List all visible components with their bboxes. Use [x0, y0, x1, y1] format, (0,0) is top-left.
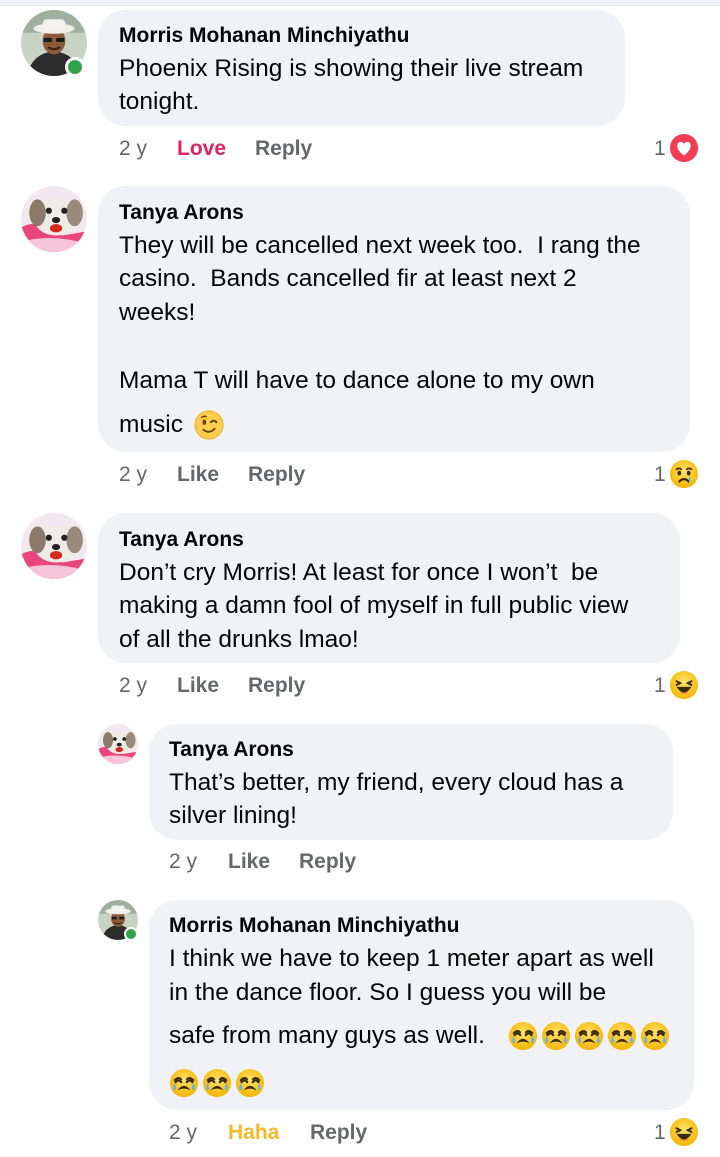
comment-author[interactable]: Tanya Arons [169, 738, 294, 762]
love-icon[interactable] [669, 133, 699, 163]
comment-author[interactable]: Tanya Arons [119, 201, 244, 225]
comment-timestamp: 2 y [119, 463, 148, 486]
reaction-count[interactable]: 1 [654, 463, 666, 487]
like-button[interactable]: Like [177, 674, 219, 698]
comment-text-line: in the dance floor. So I guess you will … [169, 979, 607, 1006]
joy-emoji-icon [607, 1021, 637, 1051]
comment-text-line: That’s better, my friend, every cloud ha… [169, 769, 624, 796]
comment-text-line: silver lining! [169, 802, 297, 829]
joy-emoji-icon [235, 1068, 265, 1098]
reply-button[interactable]: Reply [248, 463, 305, 487]
comment-author[interactable]: Morris Mohanan Minchiyathu [169, 914, 460, 938]
comment-text-line: Phoenix Rising is showing their live str… [119, 55, 584, 82]
joy-emoji-icon [574, 1021, 604, 1051]
comment-text-line: casino. Bands cancelled fir at least nex… [119, 265, 577, 292]
reaction-count[interactable]: 1 [654, 674, 666, 698]
reply-button[interactable]: Reply [299, 850, 356, 874]
love-button[interactable]: Love [177, 137, 226, 161]
comment-timestamp: 2 y [119, 674, 148, 697]
sad-icon[interactable] [669, 459, 699, 489]
avatar[interactable] [21, 186, 87, 252]
top-divider [0, 0, 720, 6]
comment-text-line: safe from many guys as well. [169, 1022, 485, 1049]
reply-button[interactable]: Reply [248, 674, 305, 698]
comment-text-line: of all the drunks lmao! [119, 626, 359, 653]
avatar[interactable] [98, 724, 138, 764]
comment-timestamp: 2 y [169, 850, 198, 873]
joy-emoji-icon [202, 1068, 232, 1098]
reply-button[interactable]: Reply [310, 1121, 367, 1145]
reply-button[interactable]: Reply [255, 137, 312, 161]
haha-button[interactable]: Haha [228, 1121, 279, 1145]
comment-text-line: They will be cancelled next week too. I … [119, 232, 641, 259]
comment-text-line: I think we have to keep 1 meter apart as… [169, 945, 654, 972]
joy-emoji-icon [169, 1068, 199, 1098]
joy-emoji-icon [508, 1021, 538, 1051]
comment-timestamp: 2 y [119, 137, 148, 160]
like-button[interactable]: Like [177, 463, 219, 487]
joy-emoji-icon [541, 1021, 571, 1051]
reaction-count[interactable]: 1 [654, 1121, 666, 1145]
joy-emoji-icon [640, 1021, 670, 1051]
avatar[interactable] [21, 513, 87, 579]
online-status-indicator [124, 927, 138, 941]
comment-text-line: tonight. [119, 88, 200, 115]
comment-text-line: Don’t cry Morris! At least for once I wo… [119, 559, 599, 586]
comment-text-line: Mama T will have to dance alone to my ow… [119, 367, 595, 394]
comment-text-line: making a damn fool of myself in full pub… [119, 592, 629, 619]
online-status-indicator [65, 57, 85, 77]
haha-icon[interactable] [669, 1117, 699, 1147]
like-button[interactable]: Like [228, 850, 270, 874]
comment-author[interactable]: Tanya Arons [119, 528, 244, 552]
comment-timestamp: 2 y [169, 1121, 198, 1144]
haha-icon[interactable] [669, 670, 699, 700]
comment-text-line: weeks! [119, 299, 196, 326]
comment-author[interactable]: Morris Mohanan Minchiyathu [119, 24, 410, 48]
wink-emoji-icon [194, 410, 224, 440]
comment-text-line: music [119, 411, 183, 438]
reaction-count[interactable]: 1 [654, 137, 666, 161]
